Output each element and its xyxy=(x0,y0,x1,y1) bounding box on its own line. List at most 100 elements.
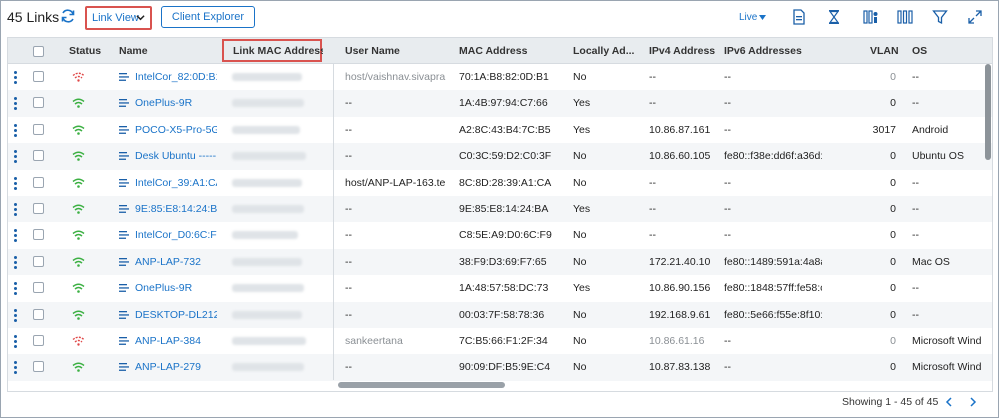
row-menu-icon[interactable] xyxy=(14,150,18,164)
device-name-link[interactable]: IntelCor_82:0D:B1 xyxy=(135,64,217,90)
redacted-link-mac xyxy=(232,178,302,187)
table-row[interactable]: ANP-LAP-279 -- 90:09:DF:B5:9E:C4 No 10.87.83… xyxy=(8,354,992,381)
filter-icon[interactable] xyxy=(932,9,948,25)
column-header-link-mac[interactable]: Link MAC Address xyxy=(233,38,323,64)
view-select[interactable]: Link View xyxy=(85,6,152,30)
locally-administered-cell: Yes xyxy=(573,123,591,136)
chevron-right-icon[interactable] xyxy=(966,395,980,409)
table-row[interactable]: OnePlus-9R -- 1A:4B:97:94:C7:66 Yes -- -- 0 -- xyxy=(8,90,992,117)
row-menu-icon[interactable] xyxy=(14,335,18,348)
user-name-cell: -- xyxy=(345,361,352,374)
chevron-left-icon[interactable] xyxy=(942,395,956,409)
expand-icon[interactable] xyxy=(967,9,983,25)
row-checkbox[interactable] xyxy=(33,282,44,294)
device-name-link[interactable]: OnePlus-9R xyxy=(135,275,217,301)
os-cell: -- xyxy=(912,203,919,215)
row-menu-icon[interactable] xyxy=(14,229,18,243)
hourglass-icon[interactable] xyxy=(826,9,842,25)
row-checkbox[interactable] xyxy=(33,308,44,320)
live-dropdown[interactable]: Live xyxy=(739,12,767,23)
user-name-cell: -- xyxy=(345,255,352,268)
list-icon xyxy=(119,231,129,240)
row-menu-icon[interactable] xyxy=(14,97,18,111)
table-row[interactable]: OnePlus-9R -- 1A:48:57:58:DC:73 Yes 10.86.90… xyxy=(8,275,992,301)
os-cell: Ubuntu OS xyxy=(912,150,964,163)
table-row[interactable]: ANP-LAP-732 -- 38:F9:D3:69:F7:65 No 172.21.4… xyxy=(8,248,992,276)
row-checkbox[interactable] xyxy=(33,361,44,373)
row-menu-icon[interactable] xyxy=(14,282,18,296)
column-header-name[interactable]: Name xyxy=(119,38,179,64)
export-icon[interactable] xyxy=(791,9,807,25)
device-name-link[interactable]: OnePlus-9R xyxy=(135,90,217,116)
refresh-icon[interactable] xyxy=(60,8,76,24)
wifi-icon xyxy=(72,151,85,161)
table-row[interactable]: POCO-X5-Pro-5G -- A2:8C:43:B4:7C:B5 Yes 10.8… xyxy=(8,117,992,143)
row-checkbox[interactable] xyxy=(33,97,44,109)
device-name-link[interactable]: ANP-LAP-279 xyxy=(135,354,217,380)
ipv4-cell: 10.86.90.156 xyxy=(649,282,711,295)
locally-administered-cell: No xyxy=(573,71,587,83)
links-panel: 45 Links Link View Client Explorer Live xyxy=(0,0,999,418)
row-checkbox[interactable] xyxy=(33,229,44,241)
column-header-os[interactable]: OS xyxy=(912,38,942,64)
ipv6-cell: -- xyxy=(724,176,731,189)
horizontal-scrollbar[interactable] xyxy=(338,382,505,388)
column-header-vlan[interactable]: VLAN xyxy=(870,38,900,64)
vlan-cell: 0 xyxy=(890,71,896,83)
row-checkbox[interactable] xyxy=(33,335,44,346)
row-menu-icon[interactable] xyxy=(14,361,18,375)
device-name-link[interactable]: 9E:85:E8:14:24:BA xyxy=(135,196,217,222)
device-name-link[interactable]: POCO-X5-Pro-5G xyxy=(135,117,217,143)
column-header-mac[interactable]: MAC Address xyxy=(459,38,549,64)
table-row[interactable]: IntelCor_39:A1:CA host/ANP-LAP-163.te 8C:8… xyxy=(8,170,992,196)
column-settings-icon[interactable] xyxy=(863,9,879,25)
frozen-column-divider xyxy=(333,64,334,380)
table-row[interactable]: Desk Ubuntu ----- -- C0:3C:59:D2:C0:3F No 10… xyxy=(8,143,992,170)
row-checkbox[interactable] xyxy=(33,71,44,82)
ipv4-cell: -- xyxy=(649,229,656,242)
device-name-link[interactable]: DESKTOP-DL212R xyxy=(135,302,217,328)
device-name-link[interactable]: IntelCor_D0:6C:F9 xyxy=(135,222,217,248)
row-checkbox[interactable] xyxy=(33,203,44,214)
row-checkbox[interactable] xyxy=(33,255,44,267)
row-menu-icon[interactable] xyxy=(14,176,18,190)
device-name-link[interactable]: ANP-LAP-732 xyxy=(135,249,217,275)
column-header-user-name[interactable]: User Name xyxy=(345,38,435,64)
redacted-link-mac xyxy=(232,231,298,240)
table-row[interactable]: DESKTOP-DL212R -- 00:03:7F:58:78:36 No 192.1… xyxy=(8,301,992,328)
row-menu-icon[interactable] xyxy=(14,255,18,269)
row-checkbox[interactable] xyxy=(33,123,44,135)
row-checkbox[interactable] xyxy=(33,176,44,188)
ipv6-cell: -- xyxy=(724,335,731,347)
redacted-link-mac xyxy=(232,310,302,319)
wifi-warning-icon xyxy=(72,72,85,82)
device-name-link[interactable]: Desk Ubuntu ----- xyxy=(135,143,217,169)
user-name-cell: -- xyxy=(345,282,352,295)
column-header-status[interactable]: Status xyxy=(69,38,109,64)
select-all-checkbox[interactable] xyxy=(33,46,44,57)
column-header-ipv6[interactable]: IPv6 Addresses xyxy=(724,38,814,64)
column-header-ipv4[interactable]: IPv4 Address xyxy=(649,38,719,64)
row-menu-icon[interactable] xyxy=(14,123,18,137)
table-row[interactable]: IntelCor_D0:6C:F9 -- C8:5E:A9:D0:6C:F9 No --… xyxy=(8,222,992,248)
table-row[interactable]: 9E:85:E8:14:24:BA -- 9E:85:E8:14:24:BA Yes -… xyxy=(8,196,992,223)
device-name-link[interactable]: IntelCor_39:A1:CA xyxy=(135,170,217,196)
mac-address-cell: 1A:48:57:58:DC:73 xyxy=(459,282,549,295)
row-menu-icon[interactable] xyxy=(14,71,18,84)
table-row[interactable]: ANP-LAP-384 sankeertana 7C:B5:66:F1:2F:34 N… xyxy=(8,328,992,354)
column-header-locally-administered[interactable]: Locally Ad... xyxy=(573,38,639,64)
columns-icon[interactable] xyxy=(897,9,913,25)
client-explorer-button[interactable]: Client Explorer xyxy=(161,6,255,28)
list-icon xyxy=(119,257,129,266)
ipv6-cell: -- xyxy=(724,97,731,110)
os-cell: -- xyxy=(912,282,919,295)
ipv6-cell: -- xyxy=(724,361,731,374)
table-row[interactable]: IntelCor_82:0D:B1 host/vaishnav.sivapra 70… xyxy=(8,64,992,90)
row-menu-icon[interactable] xyxy=(14,203,18,216)
user-name-cell: host/vaishnav.sivapra xyxy=(345,71,446,83)
row-checkbox[interactable] xyxy=(33,150,44,162)
vertical-scrollbar[interactable] xyxy=(985,64,991,160)
row-menu-icon[interactable] xyxy=(14,308,18,322)
user-name-cell: -- xyxy=(345,229,352,242)
device-name-link[interactable]: ANP-LAP-384 xyxy=(135,328,217,354)
